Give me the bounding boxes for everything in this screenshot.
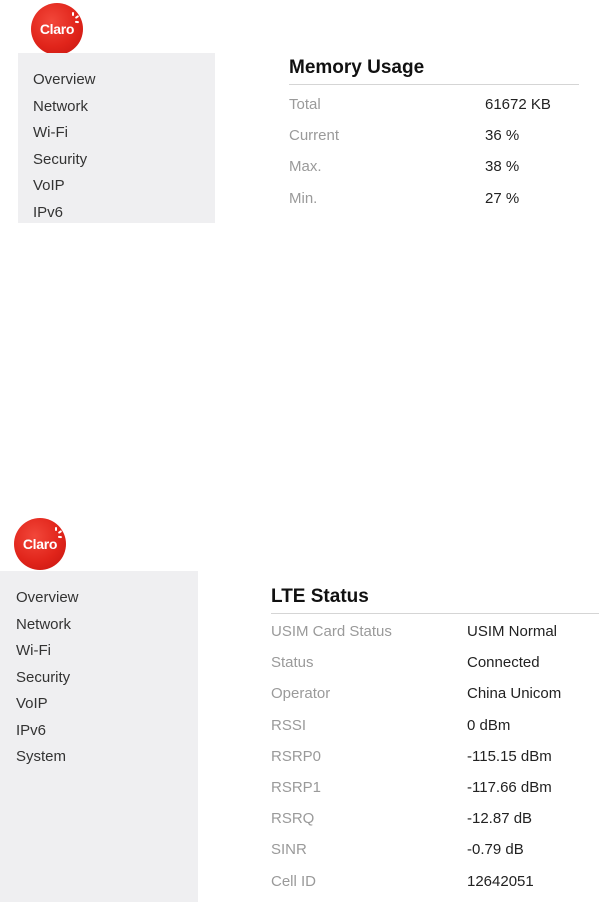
sidebar-item-ipv6[interactable]: IPv6 [16, 718, 198, 745]
row-value: 61672 KB [485, 96, 551, 114]
sidebar-nav: Overview Network Wi-Fi Security VoIP IPv… [18, 53, 215, 223]
table-row: Current 36 % [289, 120, 579, 151]
row-label: Max. [289, 158, 322, 176]
table-row: RSRQ -12.87 dB [271, 803, 599, 834]
section-title: LTE Status [271, 586, 599, 614]
row-value: 36 % [485, 127, 520, 145]
logo-text: Claro [39, 21, 75, 37]
sidebar-item-voip[interactable]: VoIP [16, 691, 198, 718]
table-row: Total 61672 KB [289, 89, 579, 120]
row-value: 12642051 [467, 872, 534, 890]
lte-status-panel: Claro Overview Network Wi-Fi Security Vo… [0, 516, 599, 902]
table-row: RSRP1 -117.66 dBm [271, 772, 599, 803]
table-row: RSSI 0 dBm [271, 710, 599, 741]
sidebar-item-ipv6[interactable]: IPv6 [33, 200, 215, 227]
row-value: 38 % [485, 158, 520, 176]
table-row: Operator China Unicom [271, 678, 599, 709]
row-value: -115.15 dBm [467, 747, 552, 765]
logo-rays-icon [52, 527, 63, 539]
row-label: Status [271, 654, 314, 672]
logo-text: Claro [22, 536, 58, 552]
row-value: China Unicom [467, 685, 562, 703]
table-row: USIM Card Status USIM Normal [271, 616, 599, 647]
sidebar-item-overview[interactable]: Overview [16, 585, 198, 612]
row-value: 0 dBm [467, 716, 511, 734]
table-row: Status Connected [271, 647, 599, 678]
section-title: Memory Usage [289, 57, 579, 85]
sidebar-item-wifi[interactable]: Wi-Fi [16, 638, 198, 665]
row-value: -117.66 dBm [467, 779, 552, 797]
row-value: Connected [467, 654, 540, 672]
table-row: Min. 27 % [289, 183, 579, 214]
row-label: RSRP1 [271, 779, 322, 797]
logo-rays-icon [69, 12, 80, 24]
row-value: 27 % [485, 189, 520, 207]
sidebar-item-network[interactable]: Network [33, 94, 215, 121]
row-label: RSSI [271, 716, 307, 734]
sidebar-item-security[interactable]: Security [16, 665, 198, 692]
row-label: Operator [271, 685, 331, 703]
row-value: -0.79 dB [467, 841, 524, 859]
memory-usage-panel: Claro Overview Network Wi-Fi Security Vo… [0, 0, 599, 240]
table-row: SINR -0.79 dB [271, 834, 599, 865]
table-row: Max. 38 % [289, 151, 579, 182]
sidebar-item-network[interactable]: Network [16, 612, 198, 639]
row-label: RSRP0 [271, 747, 322, 765]
row-label: RSRQ [271, 810, 315, 828]
row-label: SINR [271, 841, 307, 859]
sidebar-item-overview[interactable]: Overview [33, 67, 215, 94]
sidebar-item-voip[interactable]: VoIP [33, 173, 215, 200]
sidebar-nav: Overview Network Wi-Fi Security VoIP IPv… [0, 571, 198, 902]
row-value: USIM Normal [467, 623, 558, 641]
claro-logo[interactable]: Claro [31, 3, 83, 55]
row-label: Total [289, 96, 321, 114]
row-label: Current [289, 127, 340, 145]
sidebar-item-system[interactable]: System [16, 744, 198, 771]
row-value: -12.87 dB [467, 810, 533, 828]
row-label: Min. [289, 189, 318, 207]
claro-logo[interactable]: Claro [14, 518, 66, 570]
table-row: RSRP0 -115.15 dBm [271, 741, 599, 772]
sidebar-item-wifi[interactable]: Wi-Fi [33, 120, 215, 147]
table-row: Cell ID 12642051 [271, 866, 599, 897]
sidebar-item-security[interactable]: Security [33, 147, 215, 174]
row-label: Cell ID [271, 872, 317, 890]
row-label: USIM Card Status [271, 623, 392, 641]
lte-status-section: LTE Status USIM Card Status USIM Normal … [271, 586, 599, 897]
memory-usage-section: Memory Usage Total 61672 KB Current 36 %… [289, 57, 579, 214]
